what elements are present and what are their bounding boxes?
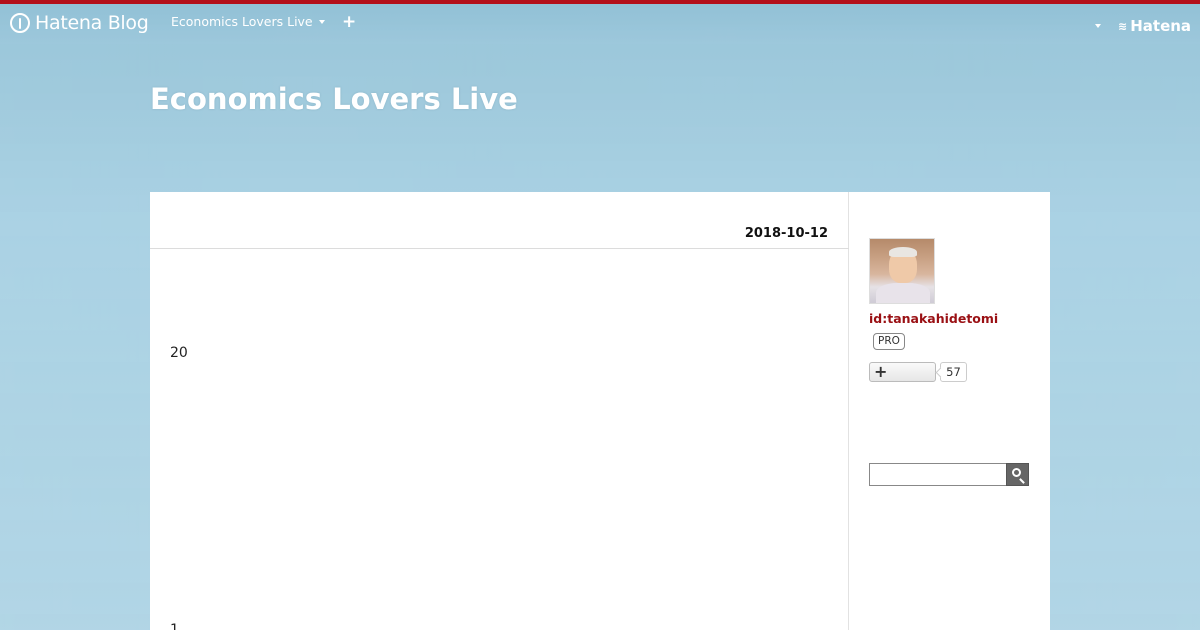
user-menu-chevron-down-icon[interactable] bbox=[1095, 24, 1101, 28]
entry-body-text: 1 bbox=[170, 622, 179, 630]
blog-title[interactable]: Economics Lovers Live bbox=[150, 82, 518, 116]
global-header: Hatena Blog Economics Lovers Live + ≋ Ha… bbox=[0, 0, 1200, 44]
hatena-wave-icon: ≋ bbox=[1118, 19, 1128, 33]
search-icon bbox=[1012, 468, 1021, 477]
avatar-body-shape bbox=[876, 283, 930, 303]
blog-switcher[interactable]: Economics Lovers Live bbox=[171, 14, 325, 29]
pro-badge: PRO bbox=[873, 333, 905, 350]
blog-switcher-label: Economics Lovers Live bbox=[171, 14, 313, 29]
main-column: 2018-10-12 20 1 bbox=[150, 192, 849, 630]
chevron-down-icon bbox=[318, 19, 325, 24]
entry-body-text: 20 bbox=[170, 345, 188, 361]
avatar-hair-shape bbox=[889, 247, 917, 257]
add-entry-button[interactable]: + bbox=[342, 13, 356, 31]
hatena-blog-logo[interactable]: Hatena Blog bbox=[10, 10, 149, 36]
follower-count[interactable]: 57 bbox=[940, 362, 967, 382]
hatena-logo-text: Hatena bbox=[1130, 17, 1192, 35]
entry-date[interactable]: 2018-10-12 bbox=[745, 226, 828, 241]
content-container: 2018-10-12 20 1 id:tanakahidetomi PRO + … bbox=[150, 192, 1050, 630]
hatena-blog-pen-icon bbox=[10, 13, 30, 33]
entry-divider bbox=[150, 248, 849, 249]
follow-button[interactable]: + bbox=[869, 362, 936, 382]
plus-icon: + bbox=[874, 362, 888, 381]
search-button[interactable] bbox=[1006, 463, 1029, 486]
user-id-link[interactable]: id:tanakahidetomi bbox=[869, 311, 998, 326]
hatena-logo-link[interactable]: ≋ Hatena bbox=[1118, 17, 1191, 35]
hatena-blog-logo-text: Hatena Blog bbox=[35, 12, 149, 34]
search-input[interactable] bbox=[869, 463, 1007, 486]
avatar[interactable] bbox=[869, 238, 935, 304]
sidebar: id:tanakahidetomi PRO + 57 bbox=[869, 192, 1039, 630]
